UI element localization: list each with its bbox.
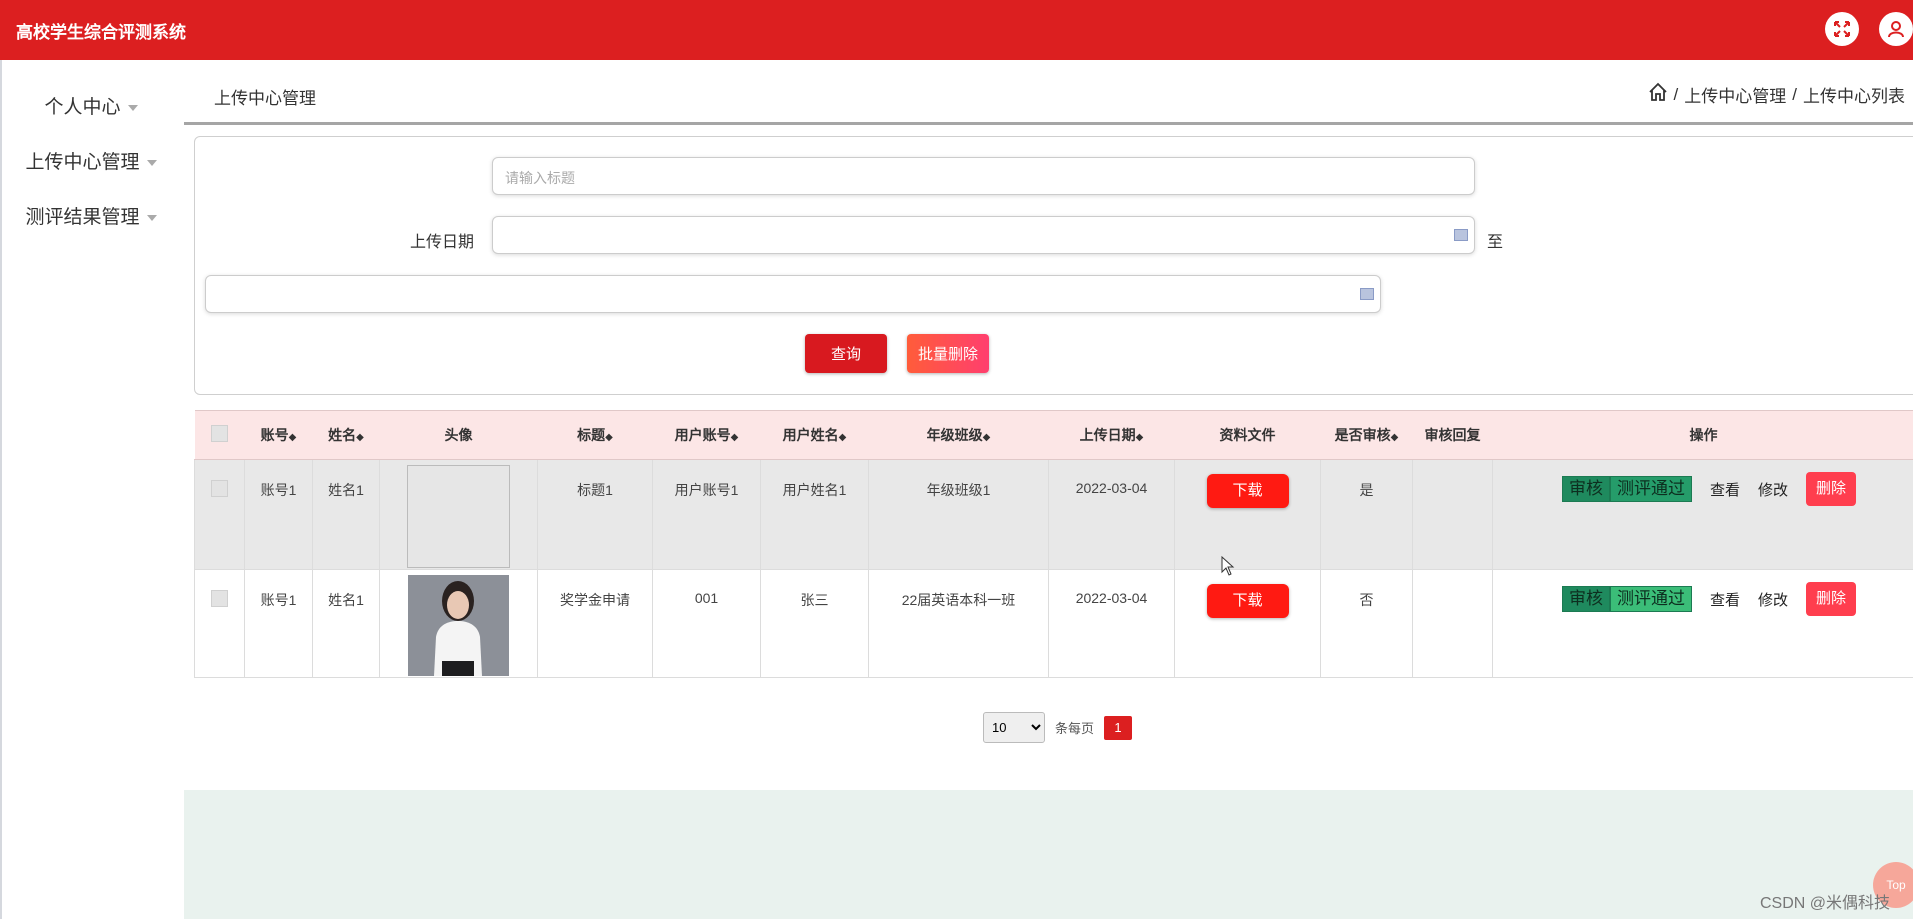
upload-table: 账号◆ 姓名◆ 头像 标题◆ 用户账号◆ 用户姓名◆ 年级班级◆ 上传日期◆ 资…	[194, 410, 1913, 678]
sidebar-item-label: 个人中心	[44, 97, 121, 118]
sidebar-item-label: 上传中心管理	[25, 152, 140, 173]
column-header-reviewed[interactable]: 是否审核◆	[1320, 410, 1413, 460]
date-range-to: 至	[1487, 234, 1504, 251]
breadcrumb-separator: /	[1673, 84, 1679, 104]
sidebar: 个人中心 上传中心管理 测评结果管理	[2, 60, 180, 919]
page-number-button[interactable]: 1	[1104, 715, 1133, 740]
cell-reviewed: 否	[1320, 569, 1413, 678]
sidebar-item-upload-center[interactable]: 上传中心管理	[2, 147, 180, 174]
cell-user-name: 张三	[760, 569, 869, 678]
breadcrumb-separator: /	[1792, 84, 1797, 104]
cell-name: 姓名1	[312, 569, 380, 678]
sidebar-item-evaluation-results[interactable]: 测评结果管理	[2, 202, 180, 229]
watermark: CSDN @米偶科技	[1760, 895, 1891, 912]
sidebar-item-label: 测评结果管理	[25, 207, 140, 228]
column-header-actions: 操作	[1492, 410, 1913, 460]
column-header-name[interactable]: 姓名◆	[312, 410, 380, 460]
table-row: 账号1 姓名1 标题1 用户账号1 用户姓名1 年级班级1 2022-03-04…	[194, 459, 1913, 570]
cell-upload-date: 2022-03-04	[1048, 569, 1175, 678]
upload-date-start-input[interactable]	[492, 216, 1475, 254]
cell-avatar	[379, 569, 538, 678]
download-button[interactable]: 下载	[1206, 584, 1289, 618]
per-page-label: 条每页	[1055, 721, 1095, 736]
view-button[interactable]: 查看	[1710, 479, 1740, 500]
column-header-class[interactable]: 年级班级◆	[868, 410, 1049, 460]
cell-title: 奖学金申请	[537, 569, 653, 678]
column-header-file: 资料文件	[1174, 410, 1321, 460]
footer-area	[184, 790, 1913, 919]
cell-title: 标题1	[537, 459, 653, 570]
page-header: 上传中心管理 / 上传中心管理 / 上传中心列表	[184, 60, 1913, 122]
row-checkbox[interactable]	[194, 569, 245, 678]
calendar-icon[interactable]	[1360, 288, 1374, 300]
caret-down-icon	[127, 104, 138, 111]
pass-evaluation-button[interactable]: 测评通过	[1610, 476, 1692, 502]
cell-class: 22届英语本科一班	[868, 569, 1049, 678]
header-divider	[184, 122, 1913, 125]
home-icon[interactable]	[1648, 82, 1668, 107]
mouse-cursor-icon	[1221, 555, 1235, 581]
select-all-checkbox[interactable]	[194, 410, 245, 460]
view-button[interactable]: 查看	[1710, 589, 1740, 610]
column-header-user-account[interactable]: 用户账号◆	[652, 410, 761, 460]
caret-down-icon	[146, 159, 157, 166]
broken-image-icon	[407, 465, 510, 568]
cell-user-account: 001	[652, 569, 761, 678]
cell-upload-date: 2022-03-04	[1048, 459, 1175, 570]
cell-reply	[1412, 569, 1493, 678]
row-checkbox[interactable]	[194, 459, 245, 570]
cell-account: 账号1	[244, 459, 313, 570]
cell-account: 账号1	[244, 569, 313, 678]
edit-button[interactable]: 修改	[1758, 589, 1788, 610]
upload-date-end-input[interactable]	[205, 275, 1381, 313]
search-panel: 标题 请输入标题 上传日期 至 查询 批量删除	[194, 136, 1913, 395]
table-row: 账号1 姓名1 奖学金申请 001 张三 22届英语本科一班 2022-03-0…	[194, 569, 1913, 678]
review-button[interactable]: 审核	[1562, 586, 1610, 612]
breadcrumb-item-upload-center[interactable]: 上传中心管理	[1684, 82, 1786, 107]
edit-button[interactable]: 修改	[1758, 479, 1788, 500]
breadcrumb-item-upload-list: 上传中心列表	[1803, 87, 1905, 106]
delete-button[interactable]: 删除	[1806, 472, 1857, 506]
calendar-icon[interactable]	[1454, 229, 1468, 241]
title-input[interactable]: 请输入标题	[492, 157, 1475, 195]
app-title: 高校学生综合评测系统	[16, 23, 186, 42]
column-header-avatar: 头像	[379, 410, 538, 460]
breadcrumb: / 上传中心管理 / 上传中心列表	[1648, 82, 1905, 107]
cell-reply	[1412, 459, 1493, 570]
cell-name: 姓名1	[312, 459, 380, 570]
cell-user-account: 用户账号1	[652, 459, 761, 570]
batch-delete-button[interactable]: 批量删除	[907, 334, 989, 373]
cell-class: 年级班级1	[868, 459, 1049, 570]
query-button[interactable]: 查询	[805, 334, 887, 373]
column-header-reply: 审核回复	[1412, 410, 1493, 460]
cell-actions: 审核 测评通过 查看 修改 删除	[1492, 569, 1913, 678]
cell-actions: 审核 测评通过 查看 修改 删除	[1492, 459, 1913, 570]
cell-file: 下载	[1174, 569, 1321, 678]
upload-date-label: 上传日期	[409, 234, 474, 251]
caret-down-icon	[146, 214, 157, 221]
fullscreen-icon[interactable]	[1825, 12, 1859, 46]
column-header-user-name[interactable]: 用户姓名◆	[760, 410, 869, 460]
cell-avatar	[379, 459, 538, 570]
cell-file: 下载	[1174, 459, 1321, 570]
column-header-account[interactable]: 账号◆	[244, 410, 313, 460]
cell-reviewed: 是	[1320, 459, 1413, 570]
column-header-title[interactable]: 标题◆	[537, 410, 653, 460]
cell-user-name: 用户姓名1	[760, 459, 869, 570]
delete-button[interactable]: 删除	[1806, 582, 1857, 616]
column-header-upload-date[interactable]: 上传日期◆	[1048, 410, 1175, 460]
table-header-row: 账号◆ 姓名◆ 头像 标题◆ 用户账号◆ 用户姓名◆ 年级班级◆ 上传日期◆ 资…	[194, 410, 1913, 460]
page-title: 上传中心管理	[214, 89, 316, 108]
pagination: 10 条每页 1	[983, 712, 1133, 743]
review-button[interactable]: 审核	[1562, 476, 1610, 502]
pass-evaluation-button[interactable]: 测评通过	[1610, 586, 1692, 612]
download-button[interactable]: 下载	[1206, 474, 1289, 508]
sidebar-item-personal-center[interactable]: 个人中心	[2, 92, 180, 119]
page-size-select[interactable]: 10	[983, 712, 1045, 743]
top-navbar: 高校学生综合评测系统	[0, 0, 1913, 60]
avatar	[408, 575, 509, 676]
user-icon[interactable]	[1879, 12, 1913, 46]
